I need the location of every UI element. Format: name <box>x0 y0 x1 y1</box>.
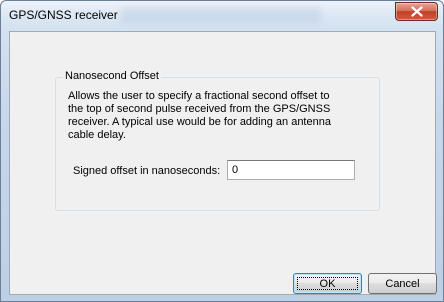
dialog-window: GPS/GNSS receiver Nanosecond Offset Allo… <box>0 0 444 302</box>
offset-label: Signed offset in nanoseconds: <box>73 165 221 177</box>
group-legend: Nanosecond Offset <box>63 70 161 82</box>
close-x-icon <box>411 6 423 17</box>
title-bar-glass <box>121 7 321 23</box>
window-title: GPS/GNSS receiver <box>9 8 118 22</box>
group-description: Allows the user to specify a fractional … <box>68 90 331 141</box>
cancel-button[interactable]: Cancel <box>368 273 437 294</box>
ok-button[interactable]: OK <box>293 273 362 294</box>
ok-button-label: OK <box>319 277 336 290</box>
nanosecond-offset-group: Nanosecond Offset Allows the user to spe… <box>55 70 380 211</box>
dialog-client-area: Nanosecond Offset Allows the user to spe… <box>9 31 437 295</box>
offset-input[interactable] <box>227 160 355 180</box>
title-bar[interactable]: GPS/GNSS receiver <box>1 1 443 29</box>
close-button[interactable] <box>395 2 438 21</box>
cancel-button-label: Cancel <box>385 277 420 290</box>
